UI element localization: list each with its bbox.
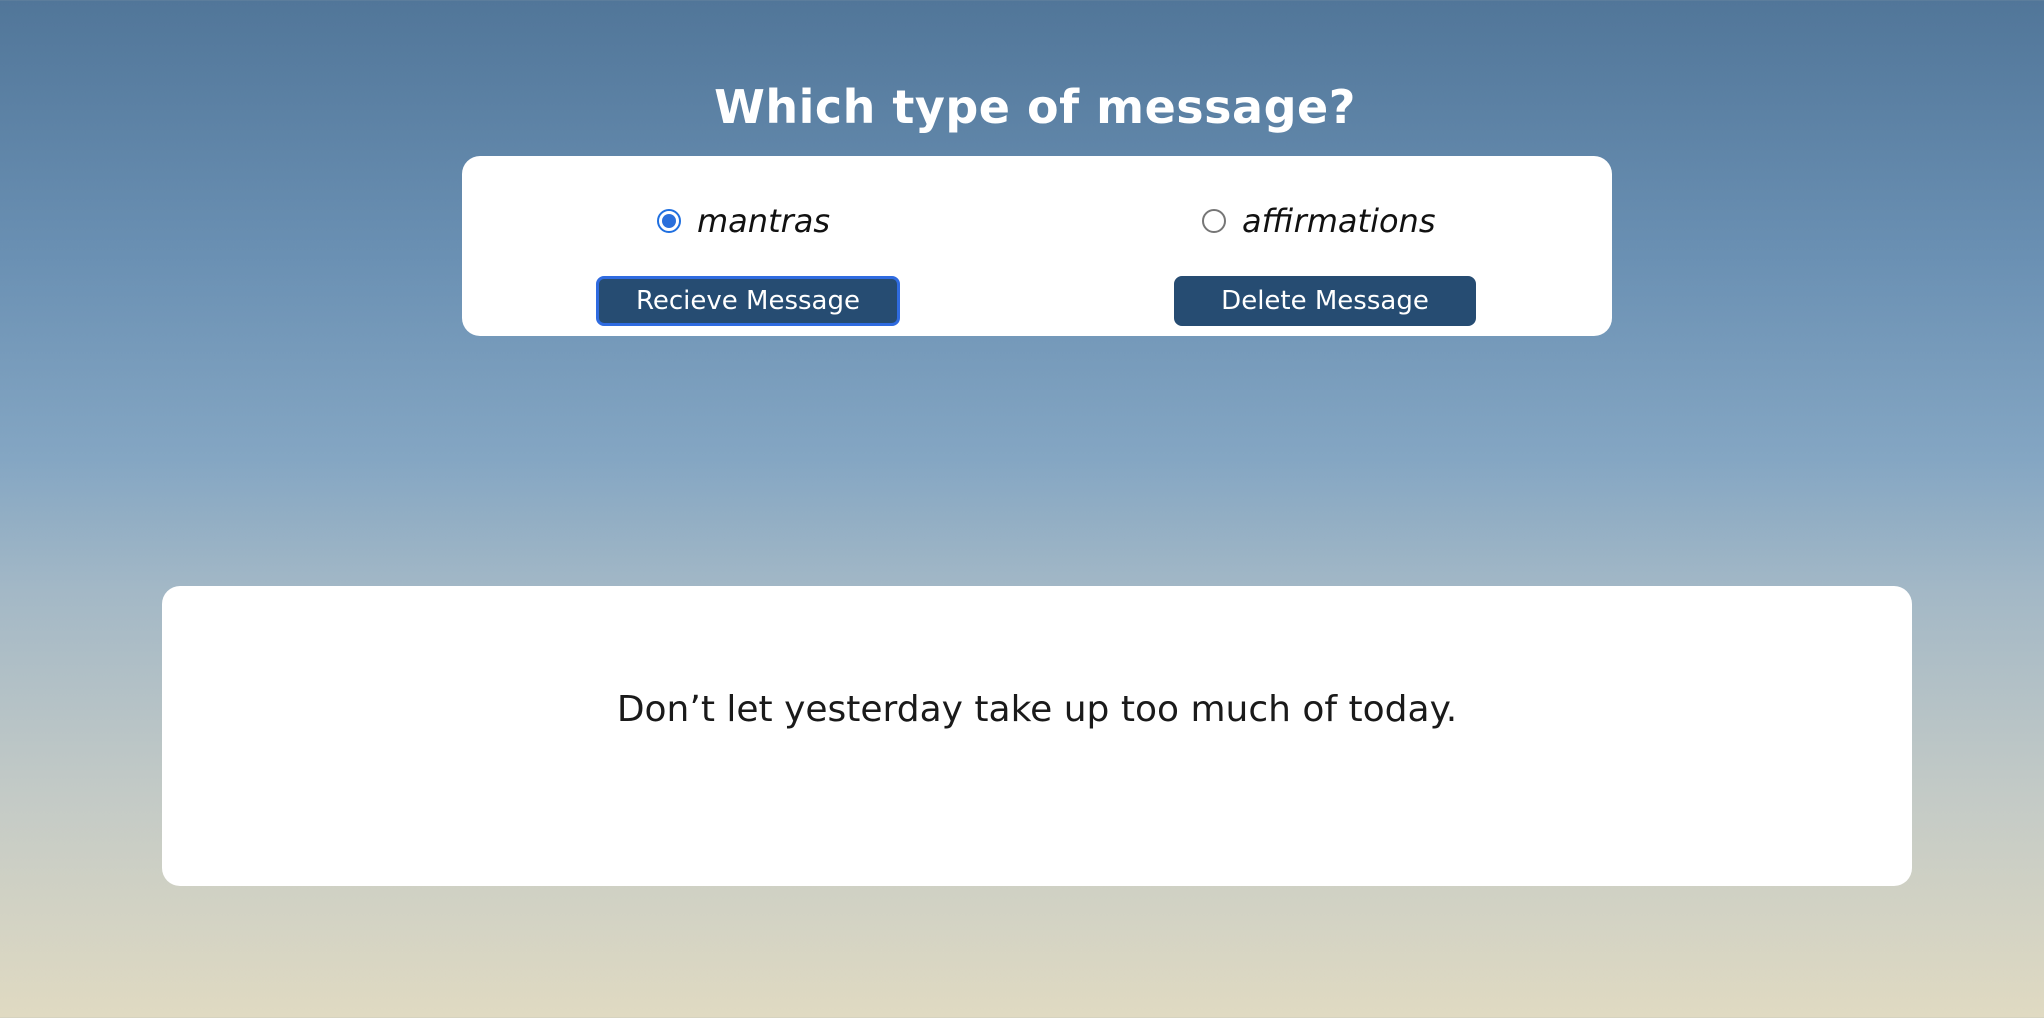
message-text: Don’t let yesterday take up too much of …	[616, 688, 1458, 730]
affirmations-label[interactable]: affirmations	[1242, 202, 1436, 240]
message-display-card: Don’t let yesterday take up too much of …	[162, 586, 1912, 886]
mantras-radio-button[interactable]	[657, 209, 681, 233]
radio-option-mantras[interactable]: mantras	[657, 196, 830, 246]
receive-message-button[interactable]: Recieve Message	[596, 276, 900, 326]
page-title: Which type of message?	[714, 80, 1356, 134]
radio-option-affirmations[interactable]: affirmations	[1202, 196, 1436, 246]
delete-message-button[interactable]: Delete Message	[1174, 276, 1476, 326]
affirmations-radio-button[interactable]	[1202, 209, 1226, 233]
message-type-card: mantras affirmations Recieve Message Del…	[462, 156, 1612, 336]
mantras-label[interactable]: mantras	[697, 202, 830, 240]
